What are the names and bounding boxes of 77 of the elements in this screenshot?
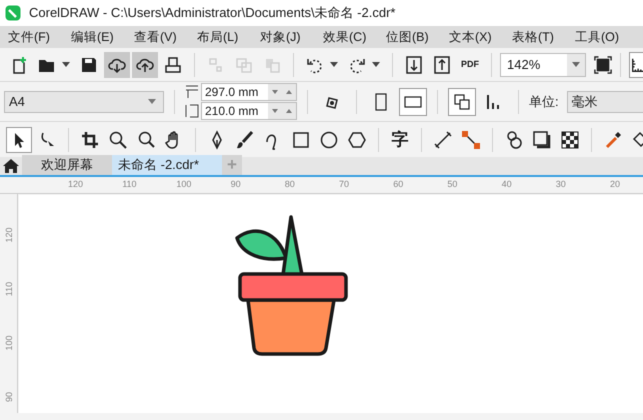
cloud-down-button[interactable] (104, 52, 130, 78)
ruler-icon (630, 56, 643, 74)
ruler-label: 120 (4, 226, 14, 244)
ellipse-icon (319, 130, 339, 150)
ruler-label: 110 (4, 280, 14, 298)
menu-item[interactable]: 文本(X) (441, 28, 504, 46)
menu-item[interactable]: 效果(C) (315, 28, 378, 46)
eyedropper-icon (603, 130, 623, 150)
zoom-value: 142% (507, 56, 540, 74)
ruler-label: 60 (393, 178, 404, 191)
ruler-label: 20 (610, 178, 620, 191)
dropdown-arrow-icon[interactable] (330, 62, 338, 67)
menu-item[interactable]: 对象(J) (252, 28, 315, 46)
combo-value: A4 (9, 92, 25, 111)
zoom2-icon (136, 130, 156, 150)
shadow-icon (532, 130, 552, 150)
crop-icon (80, 130, 100, 150)
ruler-label: 70 (339, 178, 350, 191)
dimension-icon (433, 130, 453, 150)
field-value: 210.0 mm (205, 103, 258, 119)
ruler-label: 90 (4, 391, 14, 404)
dimension-icon (185, 104, 199, 118)
menu-item[interactable]: 布局(L) (189, 28, 252, 46)
ruler-label: 30 (556, 178, 566, 191)
dropdown-arrow-icon[interactable] (62, 62, 70, 67)
pick-tool[interactable] (6, 126, 32, 152)
polygon-icon (347, 130, 367, 150)
document-tab[interactable]: 欢迎屏幕 (22, 155, 112, 175)
fit-page-icon (594, 56, 612, 74)
home-icon[interactable] (3, 158, 19, 174)
menu-item[interactable]: 位图(B) (378, 28, 441, 46)
menu-item[interactable]: 表格(T) (504, 28, 567, 46)
brush-icon (235, 130, 255, 150)
combo-value: 毫米 (572, 92, 598, 111)
units-label: 单位: (529, 92, 559, 111)
height-field[interactable]: 210.0 mm (201, 102, 297, 120)
ruler-label: 40 (502, 178, 512, 191)
import-icon (404, 54, 424, 74)
print-icon (163, 54, 183, 74)
pdf-button[interactable]: PDF (457, 52, 483, 78)
ruler-label: 50 (447, 178, 458, 191)
rect-icon (291, 130, 311, 150)
spinner-down-icon[interactable] (272, 90, 278, 94)
ruler-label: 120 (68, 178, 84, 191)
dimension-icon (185, 85, 199, 99)
ruler-label: 110 (122, 178, 137, 191)
ruler-label: 100 (4, 334, 14, 352)
all-pages-button[interactable] (448, 88, 476, 116)
cloud-up-button[interactable] (132, 52, 158, 78)
menu-item[interactable]: 工具(O) (567, 28, 630, 46)
menu-item[interactable]: 文件(F) (0, 28, 63, 46)
text-tool[interactable]: 字 (387, 126, 413, 152)
ruler-label: 90 (230, 178, 241, 191)
window-title: CorelDRAW - C:\Users\Administrator\Documents\未命名 -2.cdr* (29, 4, 396, 22)
ruler-label: 80 (284, 178, 295, 191)
dropdown-arrow-icon[interactable] (372, 62, 380, 67)
landscape-button[interactable] (399, 88, 427, 116)
spinner-up-icon[interactable] (286, 90, 292, 94)
ruler-label: 100 (176, 178, 192, 191)
pages-icon (452, 92, 472, 112)
transparency-icon (560, 130, 580, 150)
units-combo[interactable]: 毫米 (566, 90, 643, 112)
ruler-button[interactable] (629, 52, 643, 78)
width-field[interactable]: 297.0 mm (201, 83, 297, 101)
document-tab[interactable]: 未命名 -2.cdr* (112, 155, 222, 175)
export-icon (432, 54, 452, 74)
spinner-up-icon[interactable] (286, 109, 292, 113)
menu-item[interactable]: 查看(V) (126, 28, 189, 46)
field-value: 297.0 mm (205, 84, 258, 100)
spinner-down-icon[interactable] (272, 109, 278, 113)
page-size-combo[interactable]: A4 (4, 90, 164, 112)
zoom-icon (108, 130, 128, 150)
app-logo-icon (5, 5, 21, 21)
menu-item[interactable]: 编辑(E) (63, 28, 126, 46)
zoom-combo[interactable]: 142% (500, 52, 586, 76)
connector-icon (461, 130, 481, 150)
dropdown-arrow-icon[interactable] (572, 62, 580, 67)
